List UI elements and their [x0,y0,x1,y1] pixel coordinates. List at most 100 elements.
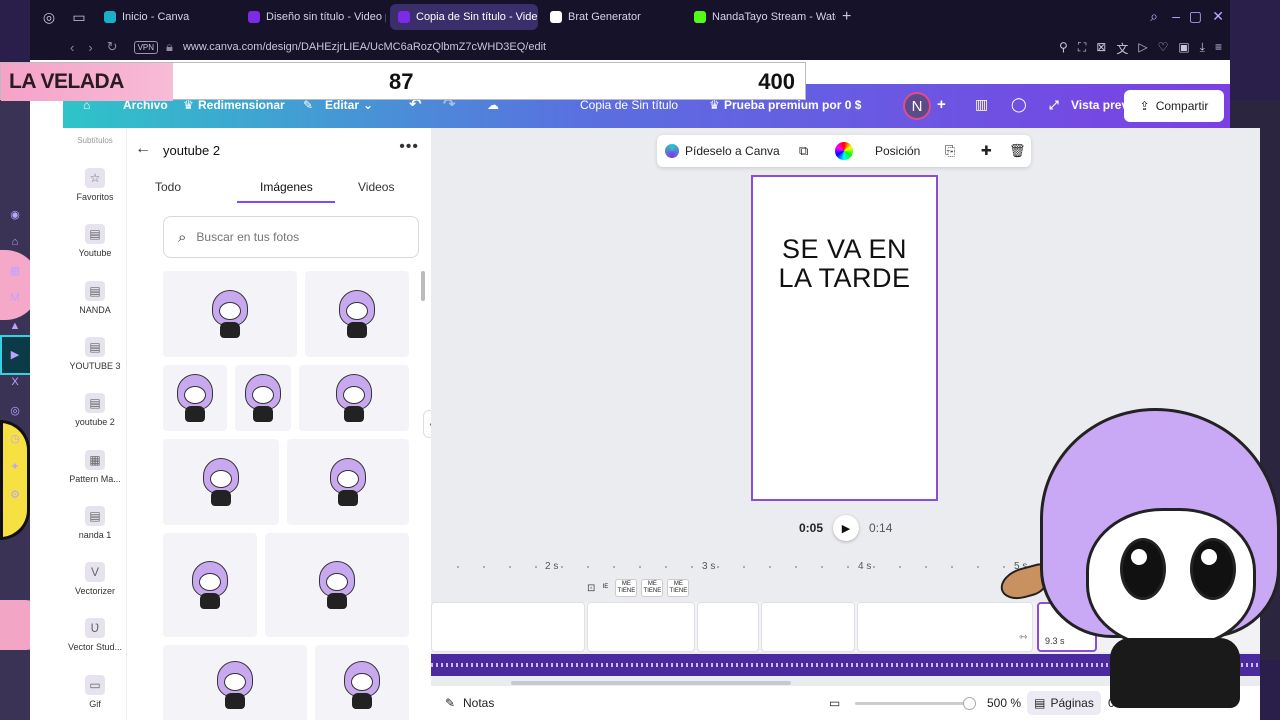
ask-canva-button[interactable]: Pídeselo a Canva [685,144,780,158]
box-icon[interactable]: ▣ [1178,40,1189,57]
trash-icon[interactable]: 🗑︎ [1009,143,1026,159]
vpn-badge[interactable]: VPN [133,40,159,54]
redimensionar-button[interactable]: Redimensionar [198,98,285,112]
tab-manager-icon[interactable]: ▭ [68,6,90,28]
total-time: 0:14 [869,521,893,535]
image-thumbnail[interactable] [163,365,227,431]
sidebar-item[interactable]: ▤ Youtube [63,224,127,258]
timeline-scrollbar[interactable] [511,681,791,685]
design-page[interactable]: SE VA EN LA TARDE [751,175,938,501]
notes-icon[interactable]: ✎ [445,696,455,710]
cloud-saved-icon[interactable]: ☁ [487,98,499,112]
image-thumbnail[interactable] [287,439,409,525]
canva-ai-icon [665,144,679,158]
play-button[interactable]: ▶ [833,515,860,541]
translate-icon[interactable]: 文 [1116,40,1128,57]
lock-icon[interactable]: 🔒︎ [166,39,173,55]
sidebar-item[interactable]: V Vectorizer [63,562,127,596]
sidebar-item[interactable]: ▤ youtube 2 [63,393,127,427]
image-thumbnail[interactable] [163,439,279,525]
design-title[interactable]: Copia de Sin título [580,98,678,112]
screenshot-icon[interactable]: ⛶ [1078,40,1086,57]
new-tab-icon[interactable]: + [842,8,851,26]
chevron-down-icon[interactable]: ⌄ [363,98,373,112]
flip-icon[interactable]: ⧉ [799,143,808,159]
timeline-dot [899,566,901,568]
sidebar-item[interactable]: ▦ Pattern Ma... [63,449,127,484]
editar-menu[interactable]: Editar [325,98,359,112]
add-icon[interactable]: + [937,96,946,113]
page-text[interactable]: SE VA EN LA TARDE [753,235,936,293]
clip-segment[interactable] [857,602,1033,652]
clip-segment[interactable] [761,602,855,652]
clip-segment[interactable] [431,602,585,652]
zoom-level[interactable]: 500 % [987,696,1021,710]
back-arrow-icon[interactable]: ← [135,140,151,158]
search-icon[interactable]: ⌕ [1150,8,1158,25]
download-icon[interactable]: ⤓ [1200,40,1205,57]
sidebar-item[interactable]: ▤ NANDA [63,280,127,315]
browser-tab[interactable]: Copia de Sin título - Vide [390,4,538,30]
position-button[interactable]: Posición [875,144,920,158]
image-thumbnail[interactable] [163,271,297,357]
clip-chip[interactable]: IE [599,579,611,597]
search-box[interactable]: ⌕ [163,216,419,258]
forward-icon[interactable]: › [88,40,92,55]
comment-icon[interactable]: ◯ [1011,96,1027,113]
paint-roller-icon[interactable]: ⎘ [945,143,955,159]
timeline-tick: 3 s [702,561,716,572]
timer-icon[interactable]: ▭ [829,696,840,710]
add-comment-icon[interactable]: ✚ [981,143,992,159]
tab-videos[interactable]: Videos [358,180,394,194]
image-thumbnail[interactable] [305,271,409,357]
share-button[interactable]: ⇪ Compartir [1124,90,1224,122]
zoom-slider[interactable] [855,702,973,705]
clip-chip[interactable]: ME TIENE [667,579,690,597]
color-picker-icon[interactable] [835,142,853,160]
search-input[interactable] [196,230,397,244]
image-thumbnail[interactable] [265,533,409,637]
zoom-slider-knob[interactable] [963,697,976,710]
clip-chip[interactable]: ME TIENE [641,579,664,597]
clip-segment[interactable] [697,602,759,652]
browser-tab[interactable]: Diseño sin título - Video p [240,4,386,30]
url-field[interactable]: www.canva.com/design/DAHEzjrLIEA/UcMC6aR… [183,41,546,53]
expand-icon[interactable]: ⤢ [1049,98,1059,113]
avatar[interactable]: N [903,92,931,120]
close-icon[interactable]: ✕ [1212,8,1224,25]
sidebar-item[interactable]: ▤ nanda 1 [63,505,127,540]
browser-tab[interactable]: Inicio - Canva [96,4,236,30]
heart-icon[interactable]: ♡ [1158,40,1169,57]
sidebar-item[interactable]: ▭ Gif [63,674,127,709]
tab-imagenes[interactable]: Imágenes [260,180,313,194]
browser-tab[interactable]: Brat Generator [542,4,682,30]
browser-logo-icon[interactable]: ◎ [38,6,60,28]
clip-segment[interactable] [587,602,695,652]
more-options-icon[interactable]: ••• [399,138,419,156]
minimize-icon[interactable]: – [1172,8,1180,24]
insights-icon[interactable]: ▥ [975,96,988,113]
browser-tab[interactable]: NandaTayo Stream - Watc [686,4,836,30]
pin-icon[interactable]: ⚲ [1059,40,1068,57]
back-icon[interactable]: ‹ [70,40,74,55]
sidebar-item[interactable]: ☆ Favoritos [63,168,127,202]
shield-icon[interactable]: ⊠ [1096,40,1106,57]
reload-icon[interactable]: ↻ [107,39,118,55]
premium-trial-button[interactable]: Prueba premium por 0 $ [724,98,861,112]
maximize-icon[interactable]: ▢ [1189,8,1202,25]
image-thumbnail[interactable] [315,645,409,720]
image-thumbnail[interactable] [163,645,307,720]
image-thumbnail[interactable] [163,533,257,637]
panel-scrollbar[interactable] [421,271,425,301]
menu-icon[interactable]: ≡ [1215,40,1222,57]
resize-handle-icon[interactable]: ⇿ [1019,632,1027,643]
notes-button[interactable]: Notas [463,696,494,710]
rail-icon: ◷ [10,433,20,445]
tab-todo[interactable]: Todo [155,180,181,194]
clip-chip[interactable]: ME TIENE [615,579,638,597]
image-thumbnail[interactable] [235,365,291,431]
image-thumbnail[interactable] [299,365,409,431]
sidebar-item[interactable]: ▤ YOUTUBE 3 [63,336,127,371]
play-icon[interactable]: ▷ [1138,40,1147,57]
sidebar-item[interactable]: Ʋ Vector Stud... [63,618,127,652]
